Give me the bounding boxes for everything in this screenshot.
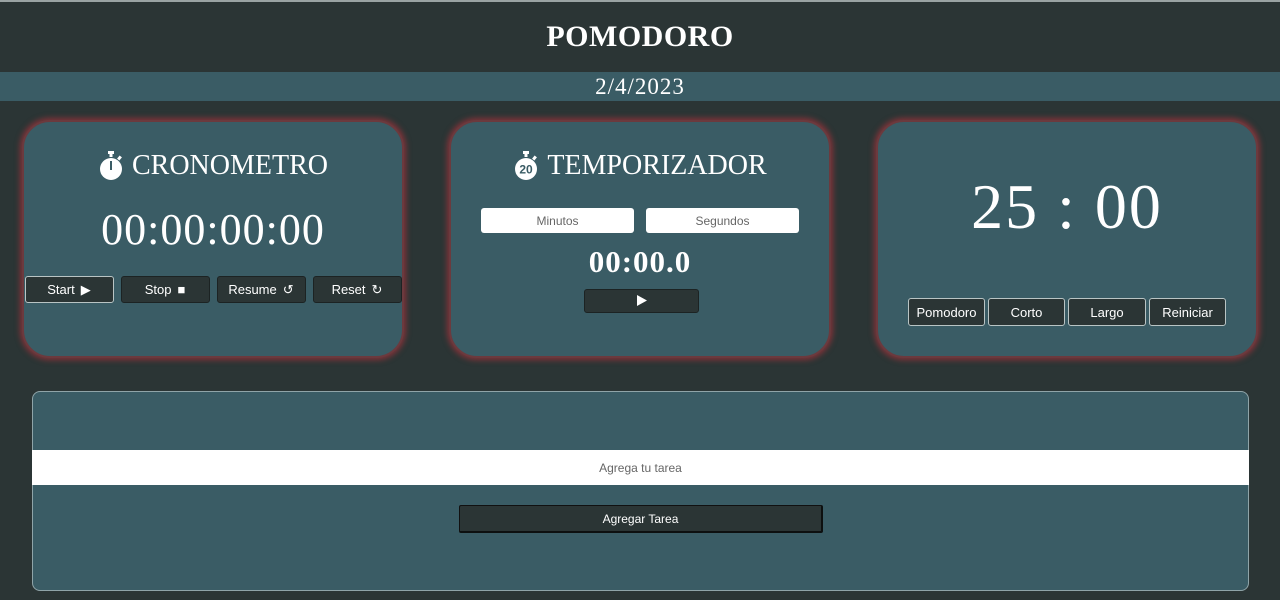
stopwatch-display: 00:00:00:00 <box>101 205 325 254</box>
start-label: Start <box>47 282 75 297</box>
stop-label: Stop <box>144 282 172 297</box>
reset-label: Reset <box>331 282 366 297</box>
reset-icon: ↻ <box>371 281 383 297</box>
resume-icon: ↺ <box>282 281 294 297</box>
seconds-input[interactable] <box>646 208 799 233</box>
stopwatch-title: CRONOMETRO <box>131 150 328 181</box>
timer-display: 00:00.0 <box>588 244 692 279</box>
add-task-button[interactable]: Agregar Tarea <box>459 505 823 533</box>
stop-icon: ■ <box>177 282 186 297</box>
stopwatch-header: CRONOMETRO <box>24 150 402 182</box>
timer-play-button[interactable] <box>584 289 699 313</box>
timer-card: 20 TEMPORIZADOR 00:00.0 <box>449 120 831 358</box>
stopwatch-controls: Start ▶ Stop ■ Resume ↺ Reset ↻ <box>24 276 402 303</box>
start-button[interactable]: Start ▶ <box>24 276 114 303</box>
stop-button[interactable]: Stop ■ <box>120 276 210 303</box>
play-icon <box>636 294 647 309</box>
date-bar: 2/4/2023 <box>0 72 1280 101</box>
timer-inputs <box>451 208 829 233</box>
task-input[interactable] <box>32 450 1249 485</box>
app-header: POMODORO <box>0 2 1280 72</box>
app-title: POMODORO <box>546 20 734 53</box>
timer-header: 20 TEMPORIZADOR <box>451 150 829 182</box>
resume-label: Resume <box>228 282 277 297</box>
svg-text:20: 20 <box>520 163 534 177</box>
timer-title: TEMPORIZADOR <box>547 150 767 181</box>
restart-button[interactable]: Reiniciar <box>1149 298 1226 326</box>
minutes-input[interactable] <box>481 208 634 233</box>
pomodoro-display: 25 : 00 <box>971 171 1163 242</box>
play-icon: ▶ <box>80 281 91 297</box>
resume-button[interactable]: Resume ↺ <box>216 276 306 303</box>
stopwatch-icon <box>98 151 124 181</box>
pomodoro-card: 25 : 00 Pomodoro Corto Largo Reiniciar <box>876 120 1258 358</box>
current-date: 2/4/2023 <box>595 73 685 99</box>
tasks-panel <box>32 391 1249 591</box>
short-break-button[interactable]: Corto <box>988 298 1065 326</box>
stopwatch-card: CRONOMETRO 00:00:00:00 Start ▶ Stop ■ Re… <box>22 120 404 358</box>
long-break-button[interactable]: Largo <box>1068 298 1146 326</box>
reset-button[interactable]: Reset ↻ <box>312 276 402 303</box>
pomodoro-button[interactable]: Pomodoro <box>908 298 985 326</box>
pomodoro-controls: Pomodoro Corto Largo Reiniciar <box>878 298 1256 326</box>
timer-20-icon: 20 <box>513 151 539 181</box>
